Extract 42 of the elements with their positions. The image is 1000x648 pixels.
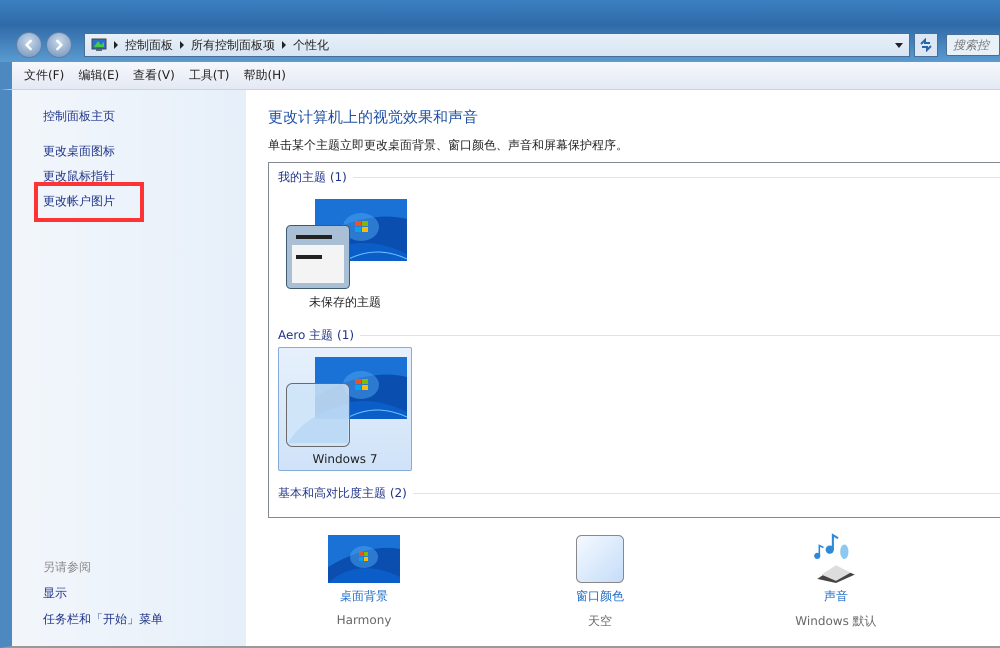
menu-item[interactable]: 查看(V) [133, 67, 175, 84]
glass-window-icon [286, 383, 350, 447]
section-heading: 另请参阅 [43, 559, 92, 576]
chevron-icon [179, 41, 185, 49]
chevron-icon [113, 41, 119, 49]
search-field[interactable]: 搜索控 [946, 34, 1000, 56]
setting-value: 天空 [588, 613, 612, 630]
forward-button[interactable] [46, 32, 72, 58]
group-heading: 基本和高对比度主题 (2) [278, 484, 407, 502]
address-bar[interactable]: 控制面板 所有控制面板项 个性化 [84, 33, 910, 57]
menu-item[interactable]: 编辑(E) [78, 67, 120, 84]
description: 单击某个主题立即更改桌面背景、窗口颜色、声音和屏幕保护程序。 [268, 137, 629, 154]
chevron-icon [281, 41, 287, 49]
setting-link[interactable]: 桌面背景 [340, 588, 388, 605]
window-preview-icon [286, 225, 350, 289]
monitor-icon [91, 38, 107, 52]
dropdown-icon[interactable] [895, 42, 903, 48]
setting-value: Windows 默认 [795, 613, 877, 630]
color-swatch-icon [576, 535, 624, 583]
sidebar-link[interactable]: 任务栏和「开始」菜单 [43, 611, 246, 628]
sidebar-link[interactable]: 更改桌面图标 [43, 143, 115, 160]
back-button[interactable] [16, 32, 42, 58]
menu-item[interactable]: 文件(F) [24, 67, 64, 84]
breadcrumb-item[interactable]: 个性化 [293, 36, 329, 54]
menu-item[interactable]: 帮助(H) [244, 67, 286, 84]
theme-tile[interactable]: Windows 7 [278, 347, 412, 471]
group-heading: 我的主题 (1) [278, 168, 347, 186]
group-heading: Aero 主题 (1) [278, 326, 354, 344]
theme-tile[interactable]: 未保存的主题 [278, 189, 412, 313]
menu-item[interactable]: 工具(T) [188, 67, 230, 84]
breadcrumb-item[interactable]: 所有控制面板项 [191, 36, 275, 54]
refresh-button[interactable] [914, 33, 938, 57]
sidebar-link[interactable]: 更改鼠标指针 [43, 168, 115, 185]
sidebar-link[interactable]: 控制面板主页 [43, 108, 115, 125]
breadcrumb-item[interactable]: 控制面板 [125, 36, 173, 54]
setting-link[interactable]: 窗口颜色 [576, 588, 624, 605]
setting-link[interactable]: 声音 [824, 588, 848, 605]
sidebar-link[interactable]: 更改帐户图片 [43, 193, 115, 210]
setting-value: Harmony [336, 613, 392, 627]
sidebar-link[interactable]: 显示 [43, 585, 246, 602]
page-title: 更改计算机上的视觉效果和声音 [268, 108, 479, 127]
refresh-icon [919, 38, 933, 52]
